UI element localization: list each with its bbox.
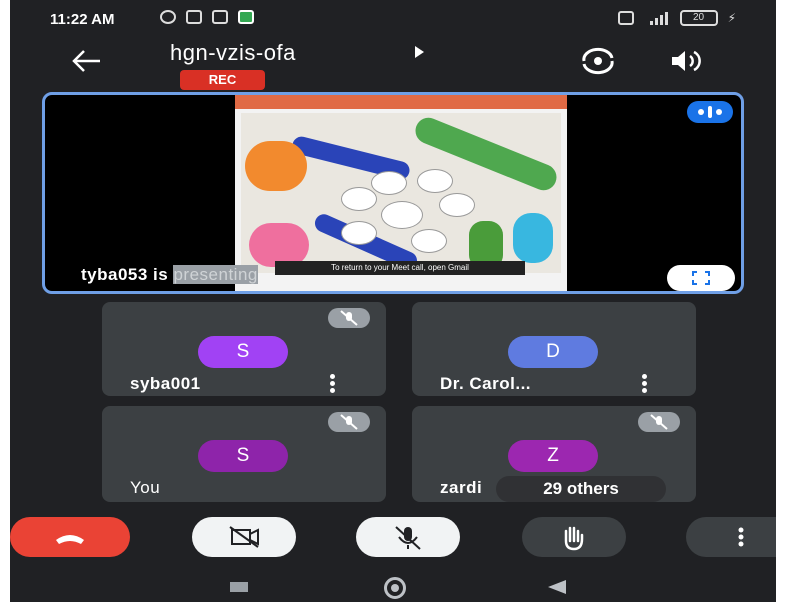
recents-icon[interactable] [230,582,248,592]
meet-screen: 11:22 AM 20 ⚡ hgn-vzis-ofa REC To return… [10,0,776,602]
raise-hand-icon[interactable] [522,517,626,557]
return-toast: To return to your Meet call, open Gmail [275,261,525,275]
mic-off-icon[interactable] [356,517,460,557]
meeting-title[interactable]: hgn-vzis-ofa [170,40,296,66]
shared-screen-topbar [235,95,567,109]
avatar: S [198,440,288,472]
status-time: 11:22 AM [50,11,115,28]
participant-tile[interactable]: S syba001 [102,302,386,396]
rec-badge: REC [180,70,265,90]
participant-name: Dr. Carol... [440,374,532,393]
more-vert-icon[interactable] [686,517,776,557]
screencast-icon [186,10,202,24]
phone-hangup-icon[interactable] [10,517,130,557]
chat-app-icon [238,10,254,24]
presenting-text: presenting [173,265,258,284]
notification-icons [160,10,254,24]
battery-icon: 20 [679,10,718,26]
others-count[interactable]: 29 others [496,476,666,502]
camera-off-icon[interactable] [192,517,296,557]
participant-name: You [130,478,161,497]
fullscreen-icon[interactable] [667,265,735,291]
more-vert-icon[interactable] [330,374,336,394]
mic-off-icon [328,412,370,432]
arrow-left-icon[interactable] [66,46,106,76]
participant-tile[interactable]: Z zardi 29 others [412,406,696,502]
chevron-right-icon[interactable] [415,46,424,58]
signal-icon [649,12,668,25]
avatar: Z [508,440,598,472]
avatar: S [198,336,288,368]
presenter-label: tyba053 is presenting [81,265,258,285]
participant-name: syba001 [130,374,201,393]
audio-level-icon[interactable] [687,101,733,123]
video-icon [212,10,228,24]
back-icon[interactable] [548,580,566,594]
avatar: D [508,336,598,368]
status-bar: 11:22 AM 20 ⚡ [10,0,776,38]
system-nav-bar [10,568,776,602]
participant-tile[interactable]: D Dr. Carol... [412,302,696,396]
alarm-icon [160,10,176,24]
mic-off-icon [328,308,370,328]
presenter-name: tyba053 is [81,265,169,284]
participant-name: zardi [440,478,483,497]
mic-off-icon [638,412,680,432]
flip-camera-icon[interactable] [576,46,620,76]
nfc-icon [617,11,634,25]
charging-icon: ⚡ [727,11,736,25]
home-icon[interactable] [384,577,406,599]
presentation-view[interactable]: To return to your Meet call, open Gmail … [42,92,744,294]
poster-image [241,113,561,273]
system-icons: 20 ⚡ [617,10,736,26]
shared-screen-image: To return to your Meet call, open Gmail [235,95,567,291]
more-vert-icon[interactable] [642,374,648,394]
speaker-icon[interactable] [666,46,706,76]
participant-tile[interactable]: S You [102,406,386,502]
